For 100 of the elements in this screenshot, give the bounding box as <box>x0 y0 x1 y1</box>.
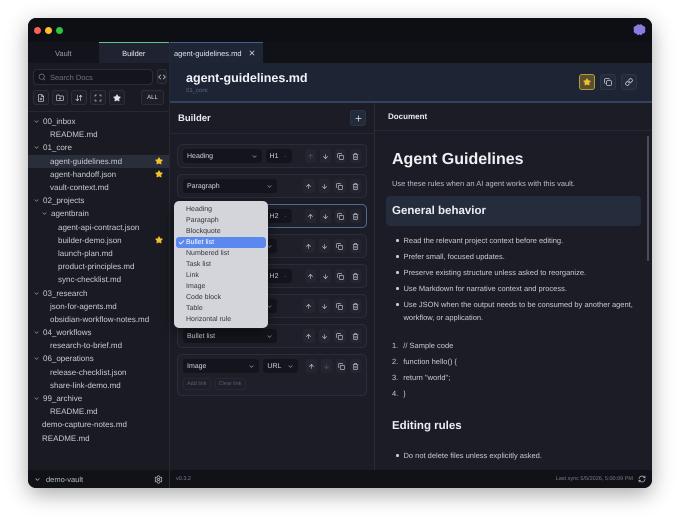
file-item[interactable]: README.md <box>28 128 169 142</box>
sort-button[interactable] <box>71 90 87 105</box>
move-down-button[interactable] <box>318 329 330 343</box>
file-item[interactable]: agent-handoff.json <box>28 168 169 181</box>
file-item[interactable]: README.md <box>28 432 169 445</box>
bullet-icon <box>396 454 398 456</box>
sort-icon <box>75 94 83 102</box>
copy-button[interactable] <box>600 74 616 90</box>
bullet-icon <box>396 287 398 290</box>
new-folder-button[interactable] <box>52 90 68 105</box>
folder-item[interactable]: 02_projects <box>28 194 169 208</box>
move-up-button[interactable] <box>305 269 316 283</box>
duplicate-button[interactable] <box>335 209 346 223</box>
file-item[interactable]: release-checklist.json <box>28 366 169 379</box>
folder-item[interactable]: 03_research <box>28 286 169 300</box>
delete-button[interactable] <box>350 359 361 373</box>
chevron-icon <box>266 182 273 190</box>
trash-icon <box>352 272 360 280</box>
delete-button[interactable] <box>350 299 362 313</box>
file-item[interactable]: json-for-agents.md <box>28 300 169 313</box>
arrow-down-icon <box>320 242 328 250</box>
folder-item[interactable]: 00_inbox <box>28 115 169 128</box>
copy-icon <box>338 362 345 370</box>
maximize-icon[interactable] <box>56 26 63 34</box>
link-button[interactable] <box>621 74 637 90</box>
delete-button[interactable] <box>350 329 362 343</box>
folder-item[interactable]: agentbrain <box>28 207 169 220</box>
file-plus-icon <box>37 94 45 102</box>
chevron-icon <box>266 302 273 310</box>
file-item[interactable]: agent-guidelines.md <box>28 154 169 168</box>
copy-icon <box>604 78 612 86</box>
move-down-button[interactable] <box>318 299 330 313</box>
file-item[interactable]: product-principles.md <box>28 260 169 274</box>
move-up-button[interactable] <box>303 239 315 253</box>
chevron-icon <box>287 362 294 370</box>
file-item[interactable]: research-to-brief.md <box>28 339 169 352</box>
copy-icon <box>336 242 344 250</box>
trash-icon <box>352 182 359 190</box>
duplicate-button[interactable] <box>335 149 346 163</box>
add-block-button[interactable] <box>350 110 366 126</box>
section-heading: General behavior <box>386 196 641 226</box>
close-icon[interactable] <box>34 26 41 34</box>
settings-icon[interactable] <box>154 474 163 484</box>
delete-button[interactable] <box>350 209 362 223</box>
close-icon[interactable] <box>248 49 256 57</box>
trash-icon <box>352 332 359 340</box>
chevron-icon <box>33 144 40 152</box>
chevron-icon <box>34 476 41 482</box>
new-file-button[interactable] <box>33 90 49 105</box>
folder-item[interactable]: 01_core <box>28 141 169 155</box>
plus-icon <box>354 114 362 122</box>
duplicate-button[interactable] <box>334 329 346 343</box>
move-up-button[interactable] <box>306 359 318 373</box>
arrow-up-icon <box>305 332 312 340</box>
favorite-button[interactable] <box>579 74 595 90</box>
move-down-button[interactable] <box>318 179 330 193</box>
folder-item[interactable]: 06_operations <box>28 352 169 366</box>
file-item[interactable]: obsidian-workflow-notes.md <box>28 312 169 326</box>
arrow-down-icon <box>322 152 330 160</box>
code-view-button[interactable] <box>157 69 167 84</box>
minimize-icon[interactable] <box>45 26 52 34</box>
arrow-down-icon <box>320 182 328 190</box>
file-item[interactable]: agent-api-contract.json <box>28 220 169 234</box>
bullet-icon <box>396 303 398 306</box>
folder-item[interactable]: 04_workflows <box>28 326 169 340</box>
chevron-icon <box>33 355 40 362</box>
file-item[interactable]: launch-plan.md <box>28 246 169 260</box>
duplicate-button[interactable] <box>334 239 346 253</box>
file-item[interactable]: vault-context.md <box>28 180 169 194</box>
duplicate-button[interactable] <box>334 179 346 193</box>
copy-icon <box>336 182 344 190</box>
arrow-up-icon <box>305 182 312 190</box>
duplicate-button[interactable] <box>335 269 346 283</box>
file-item[interactable]: builder-demo.json <box>28 234 169 247</box>
focus-button[interactable] <box>90 90 106 105</box>
move-down-button[interactable] <box>320 149 332 163</box>
duplicate-button[interactable] <box>336 359 346 373</box>
file-item[interactable]: share-link-demo.md <box>28 378 169 392</box>
folder-item[interactable]: 99_archive <box>28 392 169 406</box>
move-down-button[interactable] <box>318 239 330 253</box>
duplicate-button[interactable] <box>334 299 346 313</box>
move-up-button[interactable] <box>303 179 315 193</box>
move-up-button[interactable] <box>303 299 315 313</box>
move-down-button[interactable] <box>320 209 332 223</box>
file-item[interactable]: demo-capture-notes.md <box>28 418 169 432</box>
delete-button[interactable] <box>350 269 362 283</box>
move-up-button[interactable] <box>305 209 316 223</box>
trash-icon <box>352 212 360 220</box>
chevron-icon <box>250 152 258 160</box>
delete-button[interactable] <box>350 239 362 253</box>
file-item[interactable]: sync-checklist.md <box>28 273 169 286</box>
favorites-button[interactable] <box>109 90 125 105</box>
delete-button[interactable] <box>350 149 362 163</box>
refresh-icon[interactable] <box>638 475 646 483</box>
move-up-button[interactable] <box>303 329 315 343</box>
move-down-button[interactable] <box>320 269 332 283</box>
scrollbar[interactable] <box>647 136 649 261</box>
delete-button[interactable] <box>350 179 362 193</box>
file-item[interactable]: README.md <box>28 405 169 418</box>
arrow-up-icon <box>307 152 314 160</box>
